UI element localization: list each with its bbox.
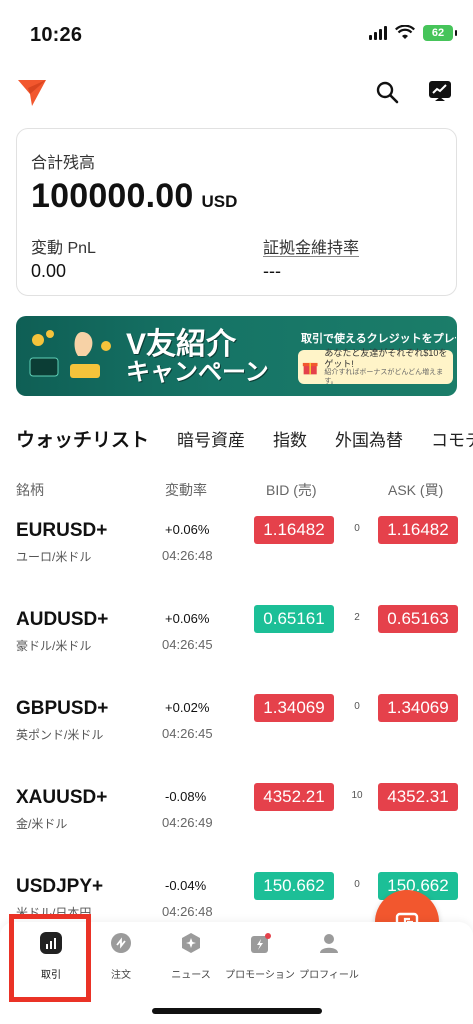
total-balance: 100000.00 USD — [31, 177, 237, 216]
home-indicator — [152, 1008, 322, 1014]
ask-price-button[interactable]: 1.34069 — [378, 694, 458, 722]
row-change: +0.02% — [165, 700, 210, 715]
row-name: 英ポンド/米ドル — [16, 728, 104, 742]
ask-price-button[interactable]: 0.65163 — [378, 605, 458, 633]
nav-label: 注文 — [111, 970, 131, 981]
bid-price-button[interactable]: 1.16482 — [254, 516, 334, 544]
market-tabs: ウォッチリスト 暗号資産 指数 外国為替 コモディ — [16, 420, 473, 456]
news-icon — [182, 933, 200, 953]
pnl-label: 変動 PnL — [31, 240, 96, 257]
column-symbol: 銘柄 — [16, 482, 44, 498]
row-time: 04:26:45 — [162, 637, 213, 652]
status-time: 10:26 — [30, 24, 83, 46]
tab-crypto[interactable]: 暗号資産 — [177, 426, 245, 451]
promotion-icon — [251, 933, 271, 953]
row-symbol: GBPUSD+ — [16, 698, 109, 719]
status-icons: 62 — [369, 25, 457, 41]
row-time: 04:26:48 — [162, 548, 213, 563]
row-spread: 0 — [354, 523, 360, 534]
row-symbol: AUDUSD+ — [16, 609, 109, 630]
referral-campaign-banner[interactable]: V友紹介 キャンペーン 取引で使えるクレジットをプレゼント あなたと友達がそれぞ… — [16, 316, 457, 396]
tab-indices[interactable]: 指数 — [273, 426, 307, 451]
column-bid: BID (売) — [266, 482, 317, 498]
row-time: 04:26:49 — [162, 815, 213, 830]
nav-label: プロフィール — [299, 970, 359, 981]
bid-price-button[interactable]: 1.34069 — [254, 694, 334, 722]
row-name: ユーロ/米ドル — [16, 550, 92, 564]
annotation-highlight-box — [9, 914, 91, 1002]
banner-reward-text: あなたと友達がそれぞれ$10をゲット! — [324, 347, 448, 369]
row-time: 04:26:48 — [162, 904, 213, 919]
total-balance-amount: 100000.00 — [31, 177, 194, 215]
banner-headline-line2: キャンペーン — [126, 358, 269, 386]
row-spread: 2 — [354, 612, 360, 623]
tab-commodities[interactable]: コモディ — [431, 426, 473, 451]
search-icon[interactable] — [375, 80, 399, 104]
profile-icon — [320, 934, 338, 953]
watchlist-row-gbpusd[interactable]: GBPUSD+ 英ポンド/米ドル +0.02% 04:26:45 1.34069… — [0, 688, 473, 778]
row-symbol: EURUSD+ — [16, 520, 108, 541]
nav-orders[interactable]: 注文 — [82, 932, 160, 981]
watchlist-row-xauusd[interactable]: XAUUSD+ 金/米ドル -0.08% 04:26:49 4352.21 10… — [0, 777, 473, 867]
ask-price-button[interactable]: 1.16482 — [378, 516, 458, 544]
margin-level-value: --- — [263, 261, 281, 281]
row-change: -0.04% — [165, 878, 207, 893]
tab-forex[interactable]: 外国為替 — [335, 426, 403, 451]
row-spread: 10 — [351, 790, 363, 801]
row-time: 04:26:45 — [162, 726, 213, 741]
row-change: +0.06% — [165, 611, 210, 626]
nav-profile[interactable]: プロフィール — [290, 932, 368, 981]
brand-logo-icon — [18, 80, 46, 106]
campaign-illustration-icon — [29, 330, 111, 378]
margin-level-link[interactable]: 証拠金維持率 — [263, 234, 359, 258]
watchlist-row-eurusd[interactable]: EURUSD+ ユーロ/米ドル +0.06% 04:26:48 1.16482 … — [0, 510, 473, 600]
column-change: 変動率 — [165, 482, 207, 498]
row-symbol: USDJPY+ — [16, 876, 104, 897]
battery-indicator: 62 — [423, 25, 457, 41]
app-header — [0, 64, 473, 122]
row-name: 豪ドル/米ドル — [16, 639, 92, 653]
row-spread: 0 — [354, 701, 360, 712]
row-symbol: XAUUSD+ — [16, 787, 108, 808]
row-name: 金/米ドル — [16, 817, 68, 831]
row-change: +0.06% — [165, 522, 210, 537]
ask-price-button[interactable]: 4352.31 — [378, 783, 458, 811]
wifi-icon — [395, 25, 415, 39]
bid-price-button[interactable]: 150.662 — [254, 872, 334, 900]
nav-label: プロモーション — [225, 970, 295, 981]
order-icon — [111, 933, 131, 953]
nav-news[interactable]: ニュース — [152, 932, 230, 981]
banner-subtitle: 取引で使えるクレジットをプレゼント — [301, 333, 456, 345]
watchlist-column-header: 銘柄 変動率 BID (売) ASK (買) — [0, 470, 473, 506]
row-spread: 0 — [354, 879, 360, 890]
market-chart-icon[interactable] — [427, 78, 453, 104]
banner-reward-pill: あなたと友達がそれぞれ$10をゲット! 紹介すればボーナスがどんどん増えます。 — [298, 347, 453, 385]
banner-headline-line1: V友紹介 — [126, 328, 237, 361]
banner-reward-note: 紹介すればボーナスがどんどん増えます。 — [324, 369, 444, 385]
watchlist-row-audusd[interactable]: AUDUSD+ 豪ドル/米ドル +0.06% 04:26:45 0.65161 … — [0, 599, 473, 689]
column-ask: ASK (買) — [388, 482, 444, 498]
bid-price-button[interactable]: 0.65161 — [254, 605, 334, 633]
gift-icon — [302, 362, 318, 375]
balance-card: 合計残高 100000.00 USD 変動 PnL 0.00 証拠金維持率 --… — [16, 128, 457, 296]
signal-icon — [369, 26, 387, 40]
banner-headline: V友紹介 キャンペーン — [126, 328, 269, 386]
bid-price-button[interactable]: 4352.21 — [254, 783, 334, 811]
pnl-value: 0.00 — [31, 261, 67, 281]
nav-label: ニュース — [171, 970, 211, 981]
tab-watchlist[interactable]: ウォッチリスト — [16, 425, 149, 452]
total-balance-label: 合計残高 — [31, 155, 96, 172]
status-bar: 10:26 62 — [0, 0, 473, 64]
nav-promotions[interactable]: プロモーション — [221, 932, 299, 981]
row-change: -0.08% — [165, 789, 207, 804]
balance-currency: USD — [201, 192, 238, 211]
